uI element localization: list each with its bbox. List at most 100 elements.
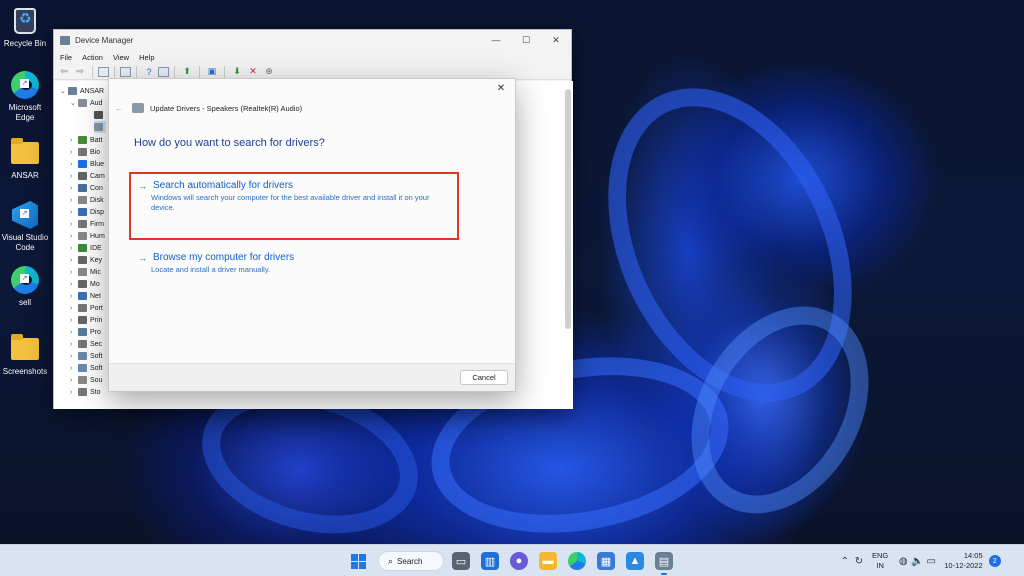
device-manager-taskbar-icon[interactable]: ▤ (655, 552, 673, 570)
chevron-right-icon: › (70, 328, 73, 336)
tree-category[interactable]: › IDE (70, 242, 102, 254)
notification-badge[interactable]: 2 (988, 555, 1001, 567)
clock[interactable]: 14:05 10-12-2022 (944, 551, 982, 571)
tree-category[interactable]: › Mic (70, 266, 101, 278)
chevron-up-icon[interactable]: ⌃ (838, 556, 852, 567)
tree-root[interactable]: ⌄ ANSAR (60, 85, 104, 97)
menu-file[interactable]: File (60, 53, 72, 62)
clock-time: 14:05 (963, 551, 983, 560)
category-icon (78, 316, 87, 324)
chevron-right-icon: › (70, 220, 73, 228)
browse-computer-option[interactable]: → Browse my computer for drivers Locate … (138, 252, 451, 275)
search-automatically-option[interactable]: → Search automatically for drivers Windo… (138, 180, 451, 213)
tree-category[interactable]: › Mo (70, 278, 100, 290)
tree-category[interactable]: › Hum (70, 230, 105, 242)
help-icon[interactable]: ? (142, 66, 156, 78)
chevron-down-icon: ⌄ (70, 100, 76, 107)
tree-category[interactable]: › Sou (70, 374, 102, 386)
toolbar-divider (199, 65, 200, 78)
option-description: Locate and install a driver manually. (151, 265, 271, 274)
tree-category[interactable]: › Sec (70, 338, 102, 350)
tree-category-audio[interactable]: ⌄ Aud (70, 97, 102, 109)
folder-icon (11, 138, 39, 164)
desktop-icon-label: Microsoft Edge (8, 103, 42, 122)
photos-icon[interactable]: ▲ (626, 552, 644, 570)
tree-category-label: Soft (90, 352, 103, 360)
tree-category[interactable]: › Prin (70, 314, 102, 326)
details-icon[interactable] (120, 66, 131, 77)
tree-category[interactable]: › Blue (70, 158, 104, 170)
tree-category[interactable]: › Pro (70, 326, 101, 338)
tree-category[interactable]: › Batt (70, 134, 102, 146)
chevron-right-icon: › (70, 208, 73, 216)
category-icon (78, 364, 87, 372)
toolbar-divider (92, 65, 93, 78)
tree-category[interactable]: › Disp (70, 206, 104, 218)
sync-icon[interactable]: ↻ (852, 556, 866, 567)
properties-icon[interactable] (98, 66, 109, 77)
category-icon (78, 184, 87, 192)
download-icon[interactable]: ⊕ (262, 66, 276, 78)
tree-category[interactable]: › Firm (70, 218, 104, 230)
chevron-right-icon: › (70, 364, 73, 372)
tree-category[interactable]: › Net (70, 290, 101, 302)
tree-category[interactable]: › Soft (70, 362, 102, 374)
tree-category[interactable]: › Cam (70, 170, 105, 182)
toolbar-divider (224, 65, 225, 78)
view-icon[interactable] (158, 66, 169, 77)
desktop-icon-screenshots-folder[interactable]: Screenshots (0, 334, 50, 377)
widgets-icon[interactable]: ▥ (481, 552, 499, 570)
start-button[interactable] (349, 552, 367, 570)
add-driver-icon[interactable]: ⬇ (230, 66, 244, 78)
toolbar-divider (136, 65, 137, 78)
title-bar[interactable]: Device Manager — ☐ ✕ (54, 30, 571, 50)
category-icon (78, 172, 87, 180)
tree-category[interactable]: › Sto (70, 386, 101, 398)
tree-category[interactable]: › Con (70, 182, 103, 194)
tree-device-selected[interactable] (94, 121, 106, 133)
taskbar-search[interactable]: ⌕ Search (378, 551, 444, 571)
vertical-scrollbar[interactable] (565, 89, 571, 329)
globe-icon[interactable]: ◍ (896, 556, 910, 567)
back-arrow-icon[interactable]: ← (115, 104, 123, 113)
tree-category[interactable]: › Soft (70, 350, 102, 362)
desktop-icon-vscode[interactable]: ↗ Visual Studio Code (0, 200, 50, 253)
desktop-icon-recycle-bin[interactable]: Recycle Bin (0, 6, 50, 49)
battery-icon[interactable]: ▭ (924, 556, 938, 567)
back-arrow-icon[interactable]: ⇦ (57, 66, 71, 78)
minimize-button[interactable]: — (481, 35, 511, 45)
chat-icon[interactable]: ● (510, 552, 528, 570)
tree-category-label: Blue (90, 160, 105, 168)
tree-category[interactable]: › Key (70, 254, 102, 266)
desktop-icon-sell[interactable]: ↗ sell (0, 265, 50, 308)
desktop-icon-microsoft-edge[interactable]: ↗ Microsoft Edge (0, 70, 50, 123)
desktop-icon-ansar-folder[interactable]: ANSAR (0, 138, 50, 181)
cancel-button[interactable]: Cancel (460, 370, 508, 385)
menu-help[interactable]: Help (139, 53, 154, 62)
language-indicator[interactable]: ENG IN (872, 551, 888, 571)
maximize-button[interactable]: ☐ (511, 35, 541, 46)
dialog-footer: Cancel (109, 363, 515, 391)
scan-hardware-icon[interactable]: ▣ (205, 66, 219, 78)
menu-view[interactable]: View (113, 53, 129, 62)
forward-arrow-icon[interactable]: ⇨ (73, 66, 87, 78)
menu-action[interactable]: Action (82, 53, 103, 62)
desktop-icon-label: Recycle Bin (3, 39, 47, 48)
category-icon (78, 328, 87, 336)
update-driver-icon[interactable]: ⬆ (180, 66, 194, 78)
file-explorer-icon[interactable]: ▬ (539, 552, 557, 570)
tree-category[interactable]: › Port (70, 302, 103, 314)
edge-icon[interactable] (568, 552, 586, 570)
arrow-right-icon: → (138, 252, 147, 263)
task-view-icon[interactable]: ▭ (452, 552, 470, 570)
tree-device[interactable] (94, 109, 106, 121)
close-icon[interactable]: ✕ (494, 83, 508, 94)
tree-category[interactable]: › Bio (70, 146, 100, 158)
category-icon (78, 352, 87, 360)
tree-category[interactable]: › Disk (70, 194, 104, 206)
tree-category-label: Soft (90, 364, 103, 372)
uninstall-icon[interactable]: ✕ (246, 66, 260, 78)
close-button[interactable]: ✕ (541, 35, 571, 46)
volume-icon[interactable]: 🔈 (910, 556, 924, 567)
store-icon[interactable]: ▦ (597, 552, 615, 570)
